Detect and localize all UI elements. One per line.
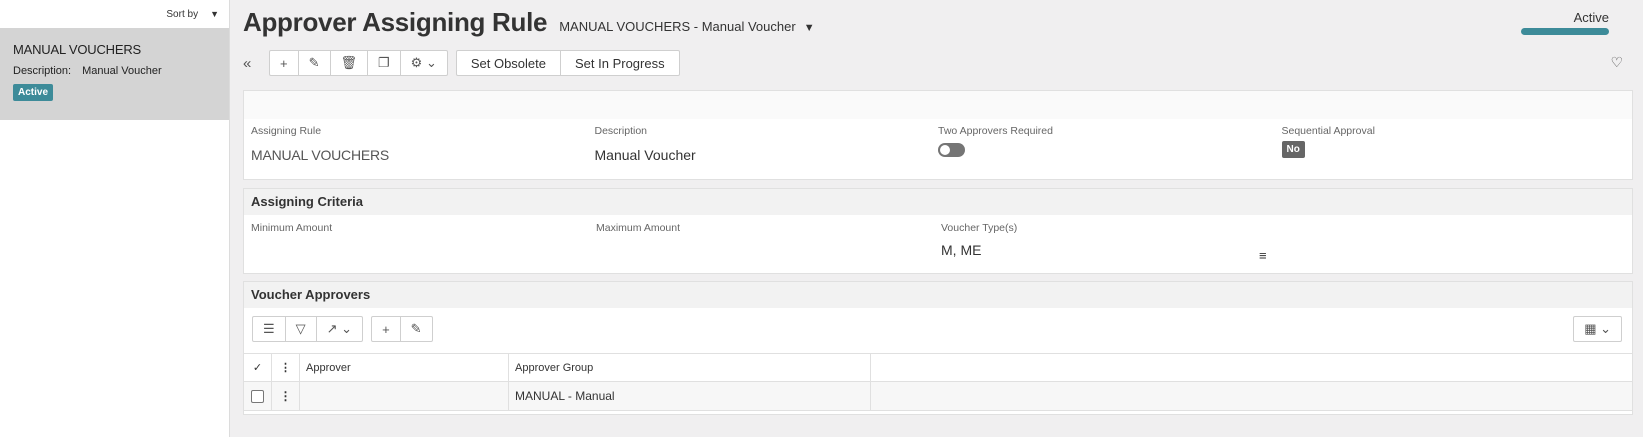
voucher-types-field: Voucher Type(s) M, ME [941, 215, 1286, 258]
page-title: Approver Assigning Rule [243, 7, 548, 37]
caret-down-icon[interactable]: ▼ [210, 9, 219, 19]
description-key: Description: [13, 65, 72, 77]
table-view-button[interactable]: ▦ ⌄ [1573, 316, 1622, 342]
approver-cell [300, 382, 509, 410]
description-field: Description Manual Voucher [595, 119, 939, 163]
rule-header-card: Assigning Rule MANUAL VOUCHERS Descripti… [243, 90, 1633, 180]
export-icon[interactable]: ↗ ⌄ [317, 317, 362, 341]
criteria-card: Assigning Criteria Minimum Amount Maximu… [243, 188, 1633, 274]
criteria-title: Assigning Criteria [244, 189, 1632, 215]
table-row[interactable]: ⋮ MANUAL - Manual [244, 382, 1632, 411]
collapse-icon[interactable]: « [243, 55, 261, 72]
grid-toolbar: ☰ ▽ ↗ ⌄ + ✎ [252, 316, 433, 342]
add-button[interactable]: + [270, 51, 299, 75]
select-all-checkbox[interactable]: ✓ [244, 354, 272, 381]
approver-group-link[interactable]: MANUAL - Manual [509, 382, 871, 410]
header-menu-icon[interactable]: ⋮ [272, 354, 300, 381]
approvers-card: Voucher Approvers ☰ ▽ ↗ ⌄ + ✎ ▦ ⌄ ✓ ⋮ Ap… [243, 281, 1633, 415]
list-item-selected[interactable]: MANUAL VOUCHERS Description: Manual Vouc… [0, 28, 229, 120]
status-badge: Active [13, 84, 54, 101]
table-header-row: ✓ ⋮ Approver Approver Group [244, 353, 1632, 382]
record-title: MANUAL VOUCHERS [13, 42, 141, 57]
status-bar [1521, 28, 1609, 35]
list-icon[interactable]: ≡ [1259, 248, 1267, 263]
column-list-icon[interactable]: ☰ [253, 317, 286, 341]
page-header: Approver Assigning Rule MANUAL VOUCHERS … [243, 7, 815, 38]
table-icon[interactable]: ▦ ⌄ [1574, 317, 1621, 341]
crud-button-group: + ✎ 🗑 ❐ ⚙ ⌄ [269, 50, 448, 76]
sequential-badge: No [1281, 141, 1305, 158]
max-amount-field: Maximum Amount [596, 215, 941, 258]
sequential-label: Sequential Approval [1281, 125, 1375, 137]
sort-control[interactable]: Sort by ▼ [0, 0, 229, 28]
assigning-rule-label: Assigning Rule [251, 125, 322, 137]
status-label: Active [1573, 10, 1609, 25]
delete-button[interactable]: 🗑 [331, 51, 369, 75]
row-checkbox[interactable] [244, 382, 272, 410]
filter-icon[interactable]: ▽ [286, 317, 317, 341]
column-header-approver[interactable]: Approver [300, 354, 509, 381]
edit-button[interactable]: ✎ [299, 51, 331, 75]
copy-button[interactable]: ❐ [368, 51, 401, 75]
two-approvers-label: Two Approvers Required [938, 125, 1053, 137]
voucher-types-label: Voucher Type(s) [941, 222, 1018, 234]
max-amount-label: Maximum Amount [596, 222, 681, 234]
record-description: Description: Manual Voucher [13, 65, 216, 77]
approvers-table: ✓ ⋮ Approver Approver Group ⋮ MANUAL - M… [244, 353, 1632, 411]
description-value: Manual Voucher [594, 147, 696, 163]
column-header-approver-group[interactable]: Approver Group [509, 354, 871, 381]
record-selector[interactable]: MANUAL VOUCHERS - Manual Voucher [559, 19, 796, 34]
main-content: Approver Assigning Rule MANUAL VOUCHERS … [243, 0, 1633, 437]
two-approvers-field: Two Approvers Required [938, 119, 1282, 163]
set-in-progress-button[interactable]: Set In Progress [561, 51, 679, 75]
sort-label: Sort by [166, 8, 199, 20]
min-amount-label: Minimum Amount [251, 222, 333, 234]
add-row-button[interactable]: + [372, 317, 401, 341]
assigning-rule-value: MANUAL VOUCHERS [251, 147, 390, 163]
set-obsolete-button[interactable]: Set Obsolete [457, 51, 561, 75]
edit-row-button[interactable]: ✎ [401, 317, 432, 341]
voucher-types-link[interactable]: M, ME [941, 242, 1286, 258]
caret-down-icon[interactable]: ▼ [804, 22, 815, 34]
description-label: Description [594, 125, 648, 137]
approvers-title: Voucher Approvers [244, 282, 1632, 308]
favorite-icon[interactable]: ♡ [1610, 54, 1623, 71]
more-actions-button[interactable]: ⚙ ⌄ [401, 51, 447, 75]
two-approvers-toggle[interactable] [938, 143, 965, 157]
state-button-group: Set Obsolete Set In Progress [455, 50, 680, 76]
status-indicator: Active [1521, 10, 1609, 35]
command-toolbar: « + ✎ 🗑 ❐ ⚙ ⌄ Set Obsolete Set In Progre… [243, 50, 680, 76]
record-list-panel: Sort by ▼ MANUAL VOUCHERS Description: M… [0, 0, 230, 437]
description-value: Manual Voucher [82, 65, 162, 77]
min-amount-field: Minimum Amount [251, 215, 596, 258]
row-menu-icon[interactable]: ⋮ [272, 382, 300, 410]
sequential-field: Sequential Approval No [1281, 119, 1626, 163]
assigning-rule-field: Assigning Rule MANUAL VOUCHERS [251, 119, 595, 163]
